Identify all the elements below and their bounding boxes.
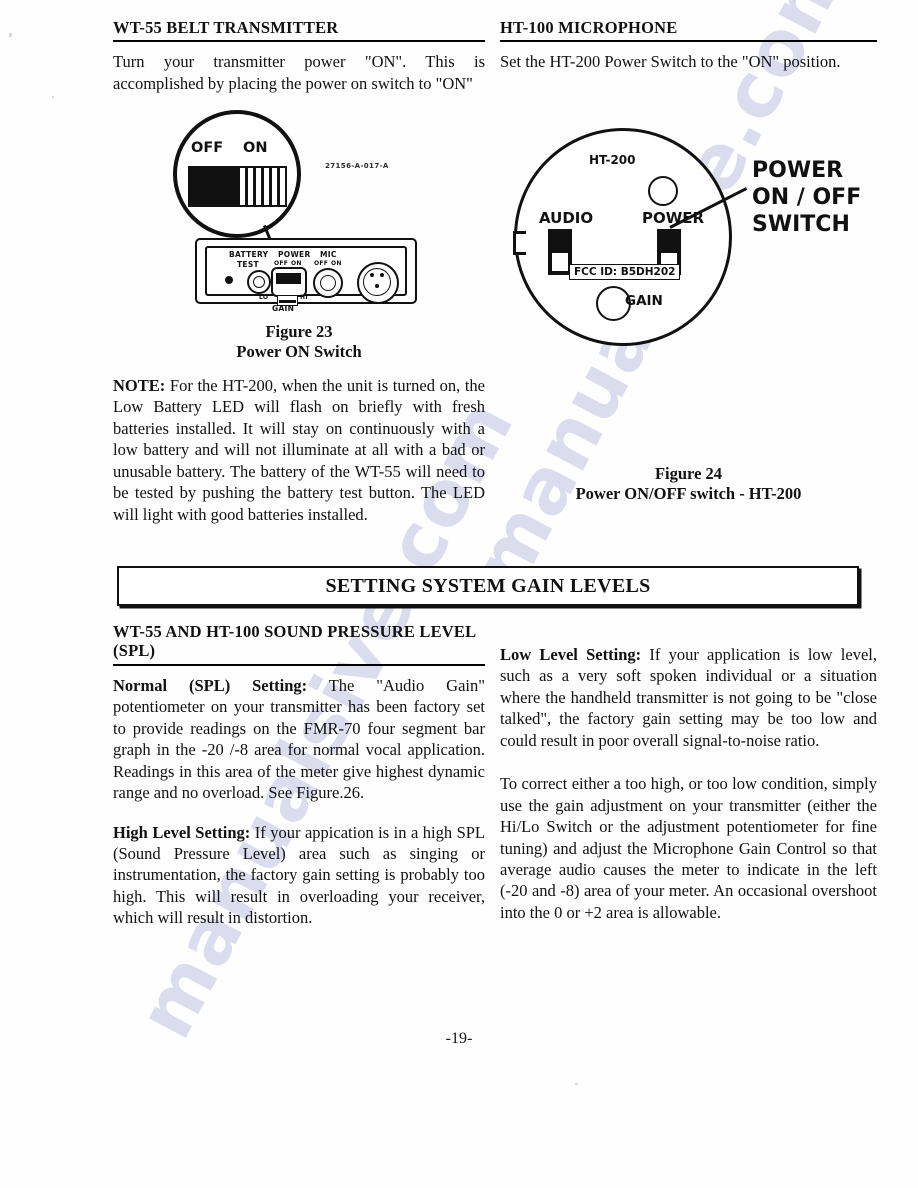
figure-23-caption-line2: Power ON Switch	[236, 342, 362, 362]
switch-dark-half	[190, 168, 237, 205]
section-banner: SETTING SYSTEM GAIN LEVELS	[117, 566, 859, 606]
power-label: POWER	[278, 250, 311, 259]
normal-setting-label: Normal (SPL) Setting:	[113, 675, 308, 695]
switch-ribbed-half	[237, 168, 285, 205]
gain-hole-label: GAIN	[625, 293, 663, 309]
figure-24-caption: Figure 24 Power ON/OFF switch - HT-200	[500, 464, 877, 504]
figure-23-caption: Figure 23 Power ON Switch	[113, 322, 485, 362]
xlr-inner-ring	[363, 268, 391, 296]
fcc-id-label: FCC ID: B5DH202	[569, 264, 681, 280]
normal-setting-paragraph: Normal (SPL) Setting: The "Audio Gain" p…	[113, 675, 485, 804]
note-label: NOTE:	[113, 376, 166, 395]
xlr-pin	[380, 273, 384, 277]
figure-23-caption-line1: Figure 23	[265, 322, 333, 341]
spl-heading: WT-55 AND HT-100 SOUND PRESSURE LEVEL (S…	[113, 622, 485, 666]
audio-switch-label: AUDIO	[539, 209, 594, 227]
section-banner-title: SETTING SYSTEM GAIN LEVELS	[325, 574, 651, 597]
figure-24-caption-line2: Power ON/OFF switch - HT-200	[575, 484, 802, 504]
battery-test-button[interactable]	[247, 270, 271, 294]
test-label: TEST	[237, 260, 259, 269]
left-intro-paragraph: Turn your transmitter power "ON". This i…	[113, 52, 485, 93]
note-block: NOTE: For the HT-200, when the unit is t…	[113, 375, 485, 538]
mic-label: MIC	[320, 250, 337, 259]
page-content: WT-55 BELT TRANSMITTER Turn your transmi…	[0, 0, 918, 1188]
correction-paragraph: To correct either a too high, or too low…	[500, 774, 877, 922]
magnifier-on-label: ON	[243, 140, 268, 156]
note-paragraph: NOTE: For the HT-200, when the unit is t…	[113, 375, 485, 525]
callout-line-2: ON / OFF	[752, 184, 862, 210]
transmitter-panel: BATTERY TEST POWER OFF ON LO HI GAIN MIC…	[205, 246, 407, 313]
figure-24-caption-line1: Figure 24	[654, 464, 723, 483]
figure-23-illustration: OFF ON 27156-A-017-A BATTERY TEST POWER …	[113, 108, 485, 313]
left-column-top: WT-55 BELT TRANSMITTER Turn your transmi…	[113, 18, 485, 107]
magnified-power-switch	[188, 166, 287, 207]
power-switch-housing[interactable]	[271, 267, 307, 297]
magnifier-off-label: OFF	[191, 140, 224, 156]
gain-label: GAIN	[272, 304, 295, 313]
transmitter-body: BATTERY TEST POWER OFF ON LO HI GAIN MIC…	[195, 238, 417, 313]
spl-left-column: WT-55 AND HT-100 SOUND PRESSURE LEVEL (S…	[113, 622, 485, 942]
xlr-pin	[375, 284, 379, 288]
left-section-heading: WT-55 BELT TRANSMITTER	[113, 18, 485, 43]
ht200-end-cap: HT-200 AUDIO POWER FCC ID: B5DH202 GAIN	[513, 128, 732, 346]
indicator-hole	[648, 176, 678, 206]
part-number-label: 27156-A-017-A	[325, 162, 389, 170]
callout-line-1: POWER	[752, 158, 844, 183]
power-switch-callout: POWER ON / OFF SWITCH	[752, 158, 861, 238]
page-number: -19-	[445, 1030, 473, 1047]
mic-off-label: OFF	[314, 260, 329, 267]
ht200-model-label: HT-200	[589, 153, 636, 167]
gain-lo-label: LO	[259, 294, 269, 301]
right-intro-paragraph: Set the HT-200 Power Switch to the "ON" …	[500, 52, 841, 72]
high-setting-paragraph: High Level Setting: If your appication i…	[113, 822, 485, 929]
gain-hi-label: HI	[300, 294, 308, 301]
mic-switch-knob-center	[320, 275, 336, 291]
end-cap-notch	[513, 231, 526, 255]
xlr-connector[interactable]	[357, 262, 399, 304]
high-setting-label: High Level Setting:	[113, 822, 251, 842]
power-on-label: ON	[291, 260, 302, 267]
audio-switch-lever	[551, 252, 569, 272]
mic-on-label: ON	[331, 260, 342, 267]
low-setting-paragraph: Low Level Setting: If your application i…	[500, 644, 877, 751]
xlr-pin	[370, 273, 374, 277]
note-text: For the HT-200, when the unit is turned …	[113, 376, 485, 524]
power-switch-slide	[276, 273, 301, 284]
battery-led-indicator	[225, 276, 233, 284]
right-section-heading: HT-100 MICROPHONE	[500, 18, 877, 43]
figure-24-illustration: HT-200 AUDIO POWER FCC ID: B5DH202 GAIN …	[500, 118, 877, 398]
power-off-label: OFF	[274, 260, 289, 267]
manual-page: manualsive.com manualsive.com WT-55 BELT…	[0, 0, 918, 1188]
mic-switch-knob[interactable]	[313, 268, 343, 298]
battery-label: BATTERY	[229, 250, 269, 259]
right-column-top: HT-100 MICROPHONE Set the HT-200 Power S…	[500, 18, 877, 86]
battery-test-button-center	[253, 276, 265, 288]
callout-line-3: SWITCH	[752, 211, 850, 237]
spl-right-column: Low Level Setting: If your application i…	[500, 644, 877, 923]
low-setting-label: Low Level Setting:	[500, 645, 642, 664]
magnifier-circle: OFF ON	[173, 110, 301, 238]
